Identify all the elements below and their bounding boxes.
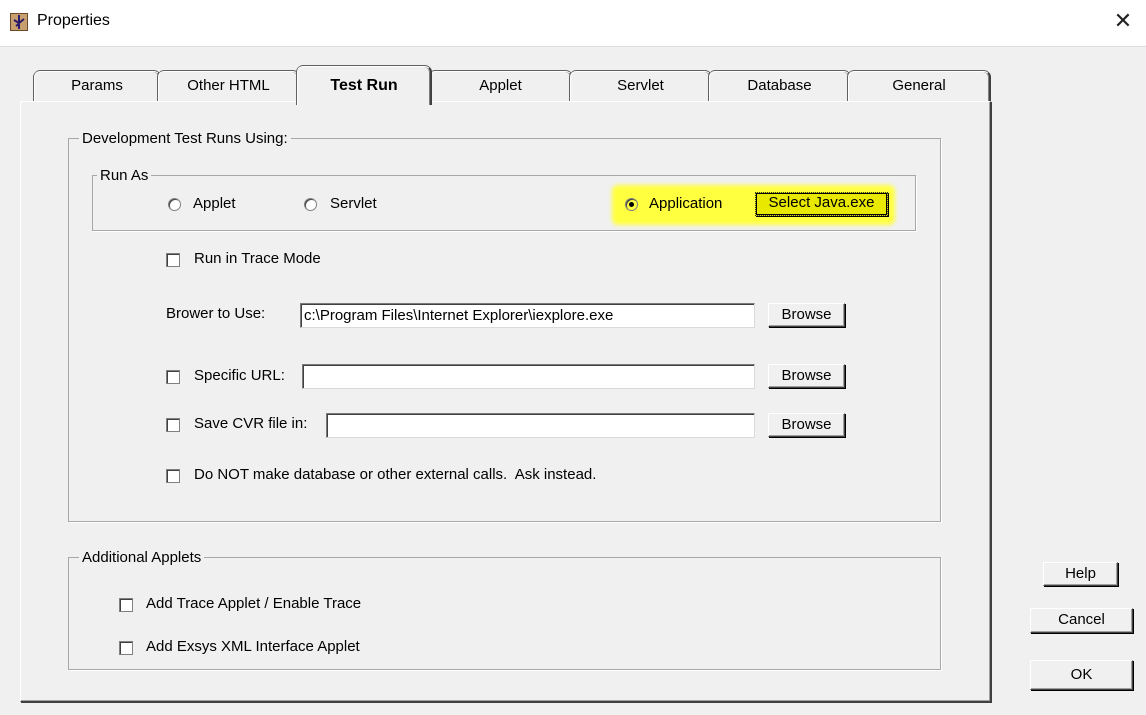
radio-application-label[interactable]: Application <box>649 195 722 212</box>
specific-url-label[interactable]: Specific URL: <box>194 367 285 384</box>
radio-servlet-label[interactable]: Servlet <box>330 195 377 212</box>
additional-applets-legend: Additional Applets <box>82 549 202 566</box>
radio-applet[interactable] <box>168 198 181 211</box>
xml-interface-applet-checkbox[interactable] <box>119 641 133 655</box>
trace-mode-label[interactable]: Run in Trace Mode <box>194 250 321 267</box>
specific-url-checkbox[interactable] <box>166 370 180 384</box>
trace-applet-checkbox[interactable] <box>119 598 133 612</box>
specific-url-browse-button[interactable]: Browse <box>768 364 845 388</box>
trace-mode-checkbox[interactable] <box>166 253 180 267</box>
panel-content: Development Test Runs Using: Run As Appl… <box>0 0 1146 715</box>
dev-test-runs-legend: Development Test Runs Using: <box>82 130 288 147</box>
trace-applet-label[interactable]: Add Trace Applet / Enable Trace <box>146 595 361 612</box>
save-cvr-checkbox[interactable] <box>166 418 180 432</box>
select-java-button[interactable]: Select Java.exe <box>755 192 888 216</box>
specific-url-input[interactable] <box>302 364 755 389</box>
run-as-legend: Run As <box>100 167 149 184</box>
browser-label: Brower to Use: <box>166 305 266 322</box>
radio-application[interactable] <box>625 198 638 211</box>
radio-servlet[interactable] <box>304 198 317 211</box>
browser-browse-button[interactable]: Browse <box>768 303 845 327</box>
no-external-calls-label[interactable]: Do NOT make database or other external c… <box>194 466 596 483</box>
no-external-calls-checkbox[interactable] <box>166 469 180 483</box>
radio-applet-label[interactable]: Applet <box>193 195 236 212</box>
xml-interface-applet-label[interactable]: Add Exsys XML Interface Applet <box>146 638 360 655</box>
browser-path-input[interactable]: c:\Program Files\Internet Explorer\iexpl… <box>300 303 755 328</box>
save-cvr-label[interactable]: Save CVR file in: <box>194 415 307 432</box>
save-cvr-browse-button[interactable]: Browse <box>768 413 845 437</box>
save-cvr-input[interactable] <box>326 413 755 438</box>
